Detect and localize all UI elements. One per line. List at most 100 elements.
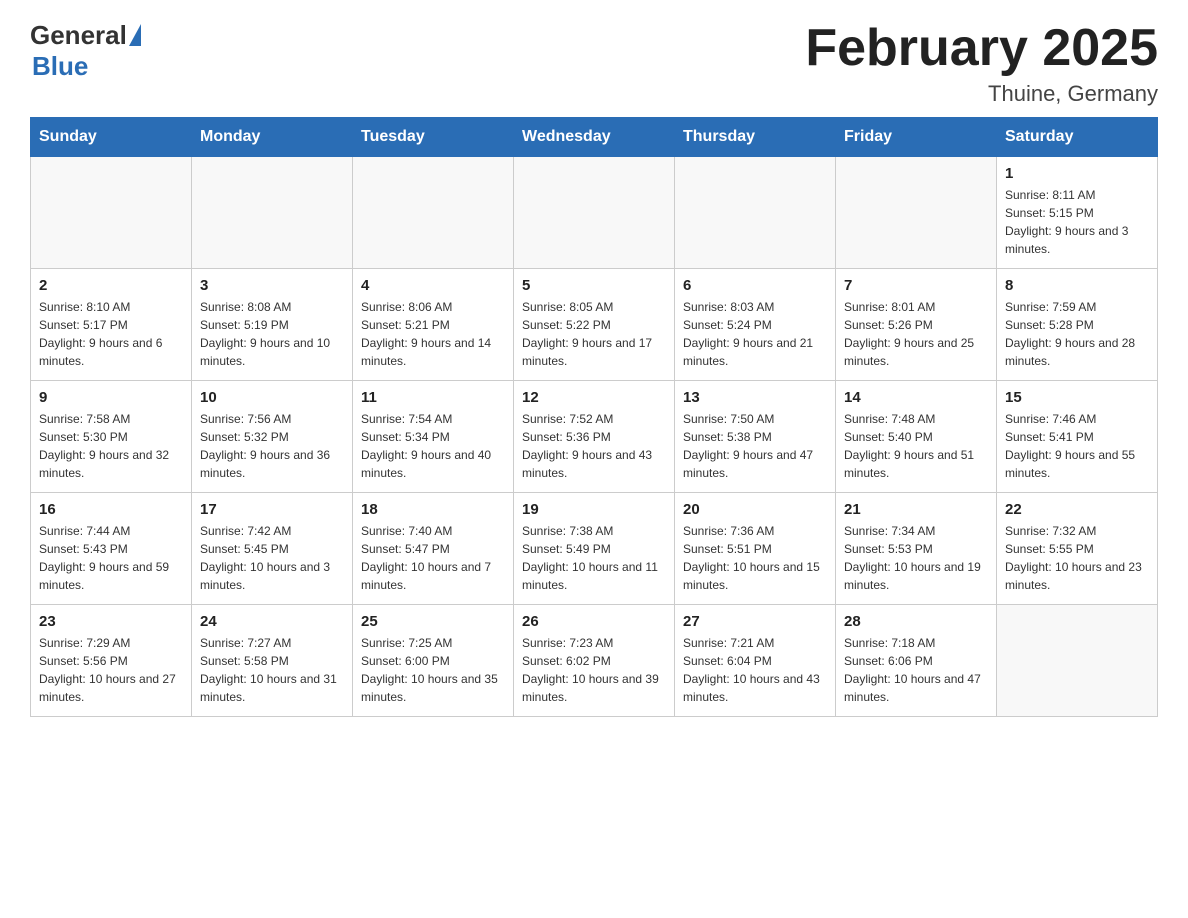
day-info: Sunrise: 7:23 AMSunset: 6:02 PMDaylight:… [522,634,666,706]
weekday-header-sunday: Sunday [31,118,192,157]
day-number: 2 [39,277,183,294]
day-info: Sunrise: 7:27 AMSunset: 5:58 PMDaylight:… [200,634,344,706]
calendar-cell: 28Sunrise: 7:18 AMSunset: 6:06 PMDayligh… [836,605,997,717]
month-title: February 2025 [805,20,1158,77]
day-info: Sunrise: 7:46 AMSunset: 5:41 PMDaylight:… [1005,410,1149,482]
calendar-week-row: 9Sunrise: 7:58 AMSunset: 5:30 PMDaylight… [31,381,1158,493]
day-info: Sunrise: 8:05 AMSunset: 5:22 PMDaylight:… [522,298,666,370]
calendar-cell: 12 Sunrise: 7:52 AMSunset: 5:36 PMDayligh… [514,381,675,493]
calendar-cell: 25 Sunrise: 7:25 AMSunset: 6:00 PMDayligh… [353,605,514,717]
day-info: Sunrise: 7:34 AMSunset: 5:53 PMDaylight:… [844,522,988,594]
day-info: Sunrise: 8:03 AMSunset: 5:24 PMDaylight:… [683,298,827,370]
day-number: 27 [683,613,827,630]
calendar-cell: 10Sunrise: 7:56 AMSunset: 5:32 PMDayligh… [192,381,353,493]
calendar-cell: 11Sunrise: 7:54 AMSunset: 5:34 PMDayligh… [353,381,514,493]
calendar-cell: 7 Sunrise: 8:01 AMSunset: 5:26 PMDaylight… [836,269,997,381]
day-info: Sunrise: 7:18 AMSunset: 6:06 PMDaylight:… [844,634,988,706]
day-number: 22 [1005,501,1149,518]
day-info: Sunrise: 7:42 AMSunset: 5:45 PMDaylight:… [200,522,344,594]
calendar-cell [836,157,997,269]
calendar-cell: 2 Sunrise: 8:10 AMSunset: 5:17 PMDaylight… [31,269,192,381]
calendar-cell: 8 Sunrise: 7:59 AMSunset: 5:28 PMDaylight… [997,269,1158,381]
day-info: Sunrise: 7:48 AMSunset: 5:40 PMDaylight:… [844,410,988,482]
day-number: 6 [683,277,827,294]
day-info: Sunrise: 8:10 AMSunset: 5:17 PMDaylight:… [39,298,183,370]
calendar-table: SundayMondayTuesdayWednesdayThursdayFrid… [30,117,1158,717]
logo-triangle-icon [129,24,141,46]
calendar-cell [997,605,1158,717]
calendar-cell: 6 Sunrise: 8:03 AMSunset: 5:24 PMDaylight… [675,269,836,381]
day-number: 3 [200,277,344,294]
day-info: Sunrise: 8:06 AMSunset: 5:21 PMDaylight:… [361,298,505,370]
day-number: 20 [683,501,827,518]
day-number: 23 [39,613,183,630]
day-number: 1 [1005,165,1149,182]
weekday-header-monday: Monday [192,118,353,157]
day-info: Sunrise: 8:08 AMSunset: 5:19 PMDaylight:… [200,298,344,370]
day-info: Sunrise: 7:59 AMSunset: 5:28 PMDaylight:… [1005,298,1149,370]
calendar-week-row: 2 Sunrise: 8:10 AMSunset: 5:17 PMDaylight… [31,269,1158,381]
calendar-week-row: 1Sunrise: 8:11 AMSunset: 5:15 PMDaylight… [31,157,1158,269]
day-info: Sunrise: 7:50 AMSunset: 5:38 PMDaylight:… [683,410,827,482]
location-text: Thuine, Germany [805,81,1158,107]
day-info: Sunrise: 7:58 AMSunset: 5:30 PMDaylight:… [39,410,183,482]
day-number: 24 [200,613,344,630]
day-number: 7 [844,277,988,294]
calendar-cell: 1Sunrise: 8:11 AMSunset: 5:15 PMDaylight… [997,157,1158,269]
day-number: 8 [1005,277,1149,294]
day-info: Sunrise: 7:21 AMSunset: 6:04 PMDaylight:… [683,634,827,706]
weekday-header-tuesday: Tuesday [353,118,514,157]
calendar-week-row: 23 Sunrise: 7:29 AMSunset: 5:56 PMDayligh… [31,605,1158,717]
calendar-cell: 13 Sunrise: 7:50 AMSunset: 5:38 PMDayligh… [675,381,836,493]
day-number: 26 [522,613,666,630]
title-area: February 2025 Thuine, Germany [805,20,1158,107]
day-number: 14 [844,389,988,406]
day-number: 13 [683,389,827,406]
day-info: Sunrise: 7:54 AMSunset: 5:34 PMDaylight:… [361,410,505,482]
weekday-header-saturday: Saturday [997,118,1158,157]
calendar-body: 1Sunrise: 8:11 AMSunset: 5:15 PMDaylight… [31,157,1158,717]
day-info: Sunrise: 7:38 AMSunset: 5:49 PMDaylight:… [522,522,666,594]
day-info: Sunrise: 7:25 AMSunset: 6:00 PMDaylight:… [361,634,505,706]
day-number: 15 [1005,389,1149,406]
calendar-cell: 5Sunrise: 8:05 AMSunset: 5:22 PMDaylight… [514,269,675,381]
day-number: 21 [844,501,988,518]
day-number: 12 [522,389,666,406]
day-info: Sunrise: 8:01 AMSunset: 5:26 PMDaylight:… [844,298,988,370]
calendar-cell: 4Sunrise: 8:06 AMSunset: 5:21 PMDaylight… [353,269,514,381]
calendar-cell: 19Sunrise: 7:38 AMSunset: 5:49 PMDayligh… [514,493,675,605]
calendar-cell [353,157,514,269]
day-number: 25 [361,613,505,630]
day-number: 10 [200,389,344,406]
day-number: 16 [39,501,183,518]
day-info: Sunrise: 7:52 AMSunset: 5:36 PMDaylight:… [522,410,666,482]
calendar-cell [192,157,353,269]
calendar-cell: 17 Sunrise: 7:42 AMSunset: 5:45 PMDayligh… [192,493,353,605]
calendar-cell: 16Sunrise: 7:44 AMSunset: 5:43 PMDayligh… [31,493,192,605]
calendar-cell [31,157,192,269]
day-number: 18 [361,501,505,518]
calendar-cell: 22 Sunrise: 7:32 AMSunset: 5:55 PMDayligh… [997,493,1158,605]
calendar-cell [514,157,675,269]
calendar-cell: 18 Sunrise: 7:40 AMSunset: 5:47 PMDayligh… [353,493,514,605]
calendar-cell: 23 Sunrise: 7:29 AMSunset: 5:56 PMDayligh… [31,605,192,717]
logo: General Blue [30,20,141,82]
day-info: Sunrise: 7:32 AMSunset: 5:55 PMDaylight:… [1005,522,1149,594]
day-info: Sunrise: 7:40 AMSunset: 5:47 PMDaylight:… [361,522,505,594]
weekday-header-thursday: Thursday [675,118,836,157]
page-header: General Blue February 2025 Thuine, Germa… [30,20,1158,107]
weekday-header-row: SundayMondayTuesdayWednesdayThursdayFrid… [31,118,1158,157]
calendar-week-row: 16Sunrise: 7:44 AMSunset: 5:43 PMDayligh… [31,493,1158,605]
calendar-cell: 9Sunrise: 7:58 AMSunset: 5:30 PMDaylight… [31,381,192,493]
logo-blue-text: Blue [32,51,141,82]
logo-general-text: General [30,20,127,51]
day-info: Sunrise: 7:29 AMSunset: 5:56 PMDaylight:… [39,634,183,706]
calendar-cell: 27 Sunrise: 7:21 AMSunset: 6:04 PMDayligh… [675,605,836,717]
calendar-cell: 3 Sunrise: 8:08 AMSunset: 5:19 PMDaylight… [192,269,353,381]
calendar-cell: 21 Sunrise: 7:34 AMSunset: 5:53 PMDayligh… [836,493,997,605]
calendar-header: SundayMondayTuesdayWednesdayThursdayFrid… [31,118,1158,157]
day-number: 17 [200,501,344,518]
calendar-cell: 15 Sunrise: 7:46 AMSunset: 5:41 PMDayligh… [997,381,1158,493]
calendar-cell [675,157,836,269]
day-info: Sunrise: 7:36 AMSunset: 5:51 PMDaylight:… [683,522,827,594]
